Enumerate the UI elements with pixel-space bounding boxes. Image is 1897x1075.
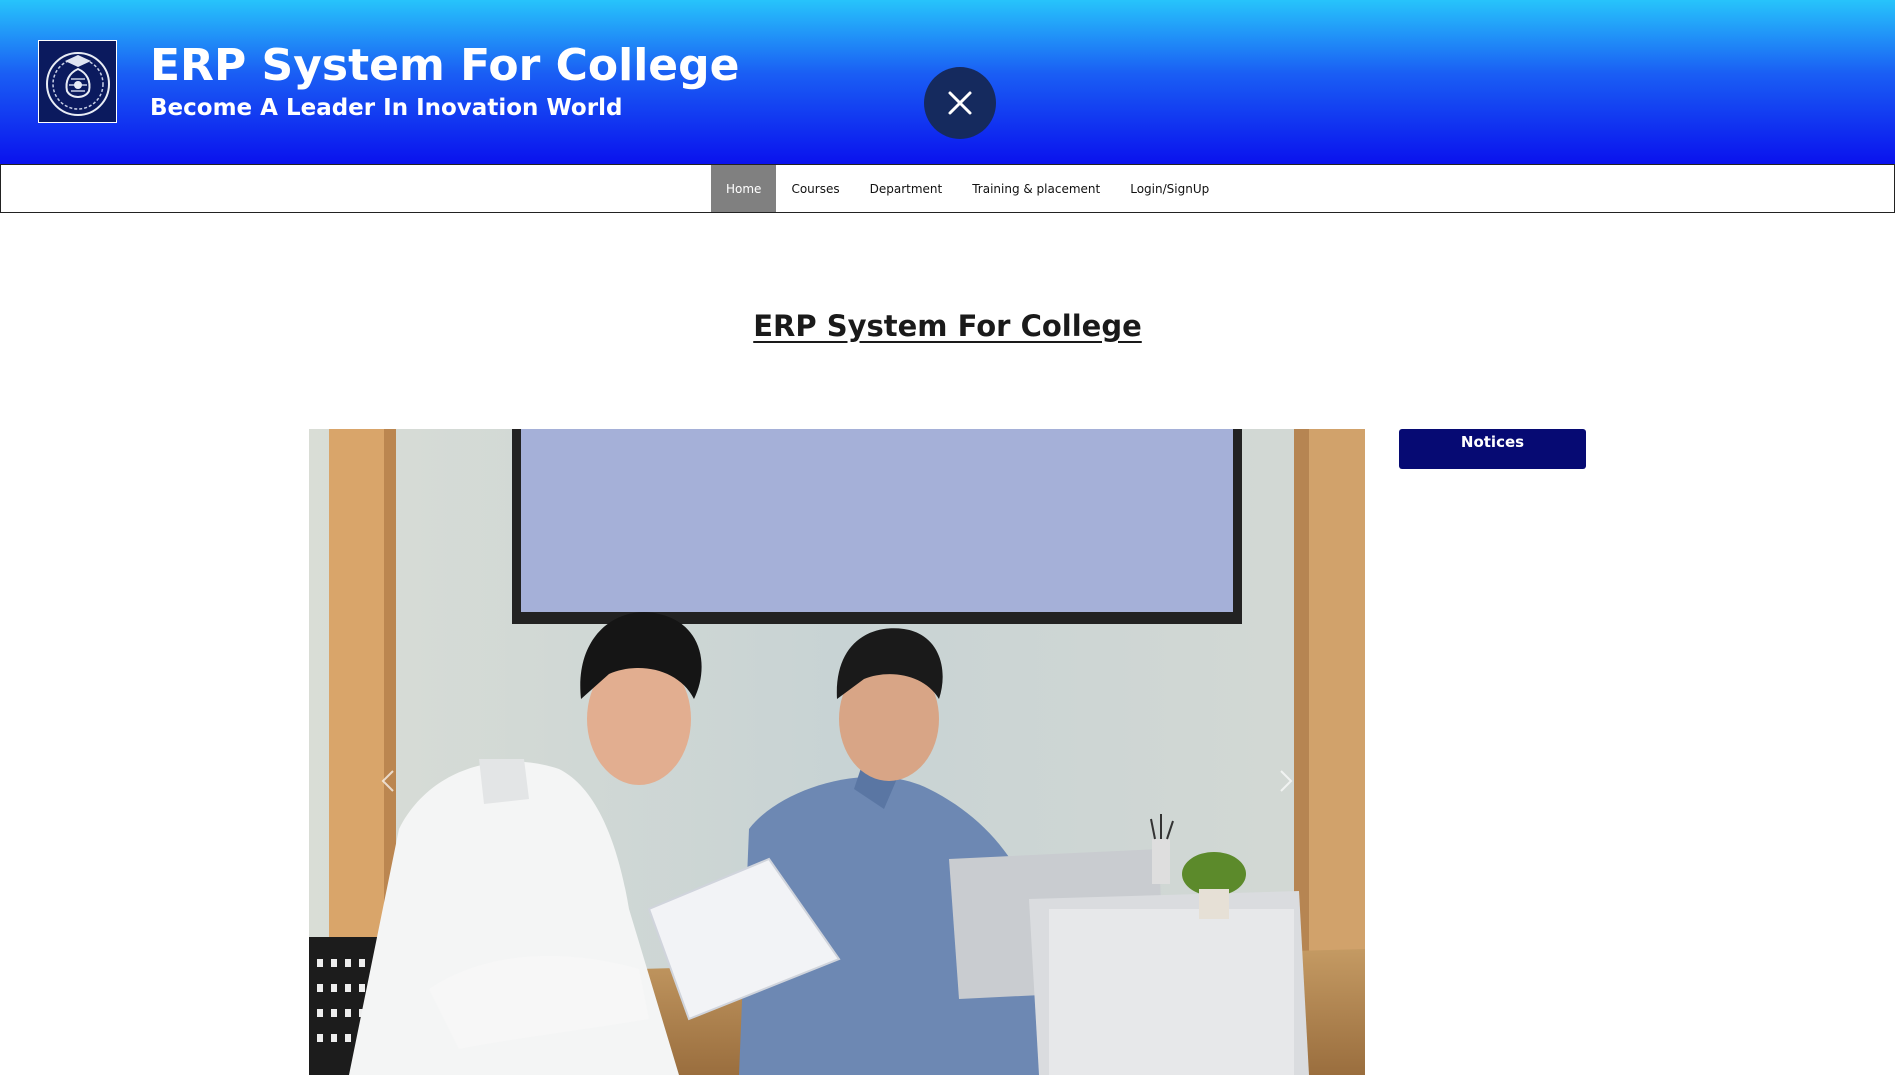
college-emblem-icon[interactable] — [38, 40, 117, 123]
chevron-right-icon — [1280, 770, 1293, 792]
nav-menu: Home Courses Department Training & place… — [711, 165, 1224, 212]
image-carousel[interactable] — [309, 429, 1365, 1075]
page-title: ERP System For College — [753, 309, 1142, 343]
close-icon — [948, 91, 972, 115]
nav-item-courses[interactable]: Courses — [776, 165, 854, 212]
nav-item-home[interactable]: Home — [711, 165, 777, 212]
main-navbar: Home Courses Department Training & place… — [0, 164, 1895, 213]
nav-item-department[interactable]: Department — [855, 165, 958, 212]
carousel-slide-image — [309, 429, 1365, 1075]
site-tagline: Become A Leader In Inovation World — [150, 95, 623, 121]
notices-header: Notices — [1399, 429, 1586, 469]
carousel-next-button[interactable] — [1276, 766, 1296, 796]
chevron-left-icon — [381, 770, 394, 792]
close-button[interactable] — [924, 67, 996, 139]
nav-item-login-signup[interactable]: Login/SignUp — [1115, 165, 1224, 212]
nav-item-training-placement[interactable]: Training & placement — [957, 165, 1115, 212]
site-header: ERP System For College Become A Leader I… — [0, 0, 1895, 164]
carousel-prev-button[interactable] — [378, 766, 398, 796]
site-title: ERP System For College — [150, 40, 740, 91]
